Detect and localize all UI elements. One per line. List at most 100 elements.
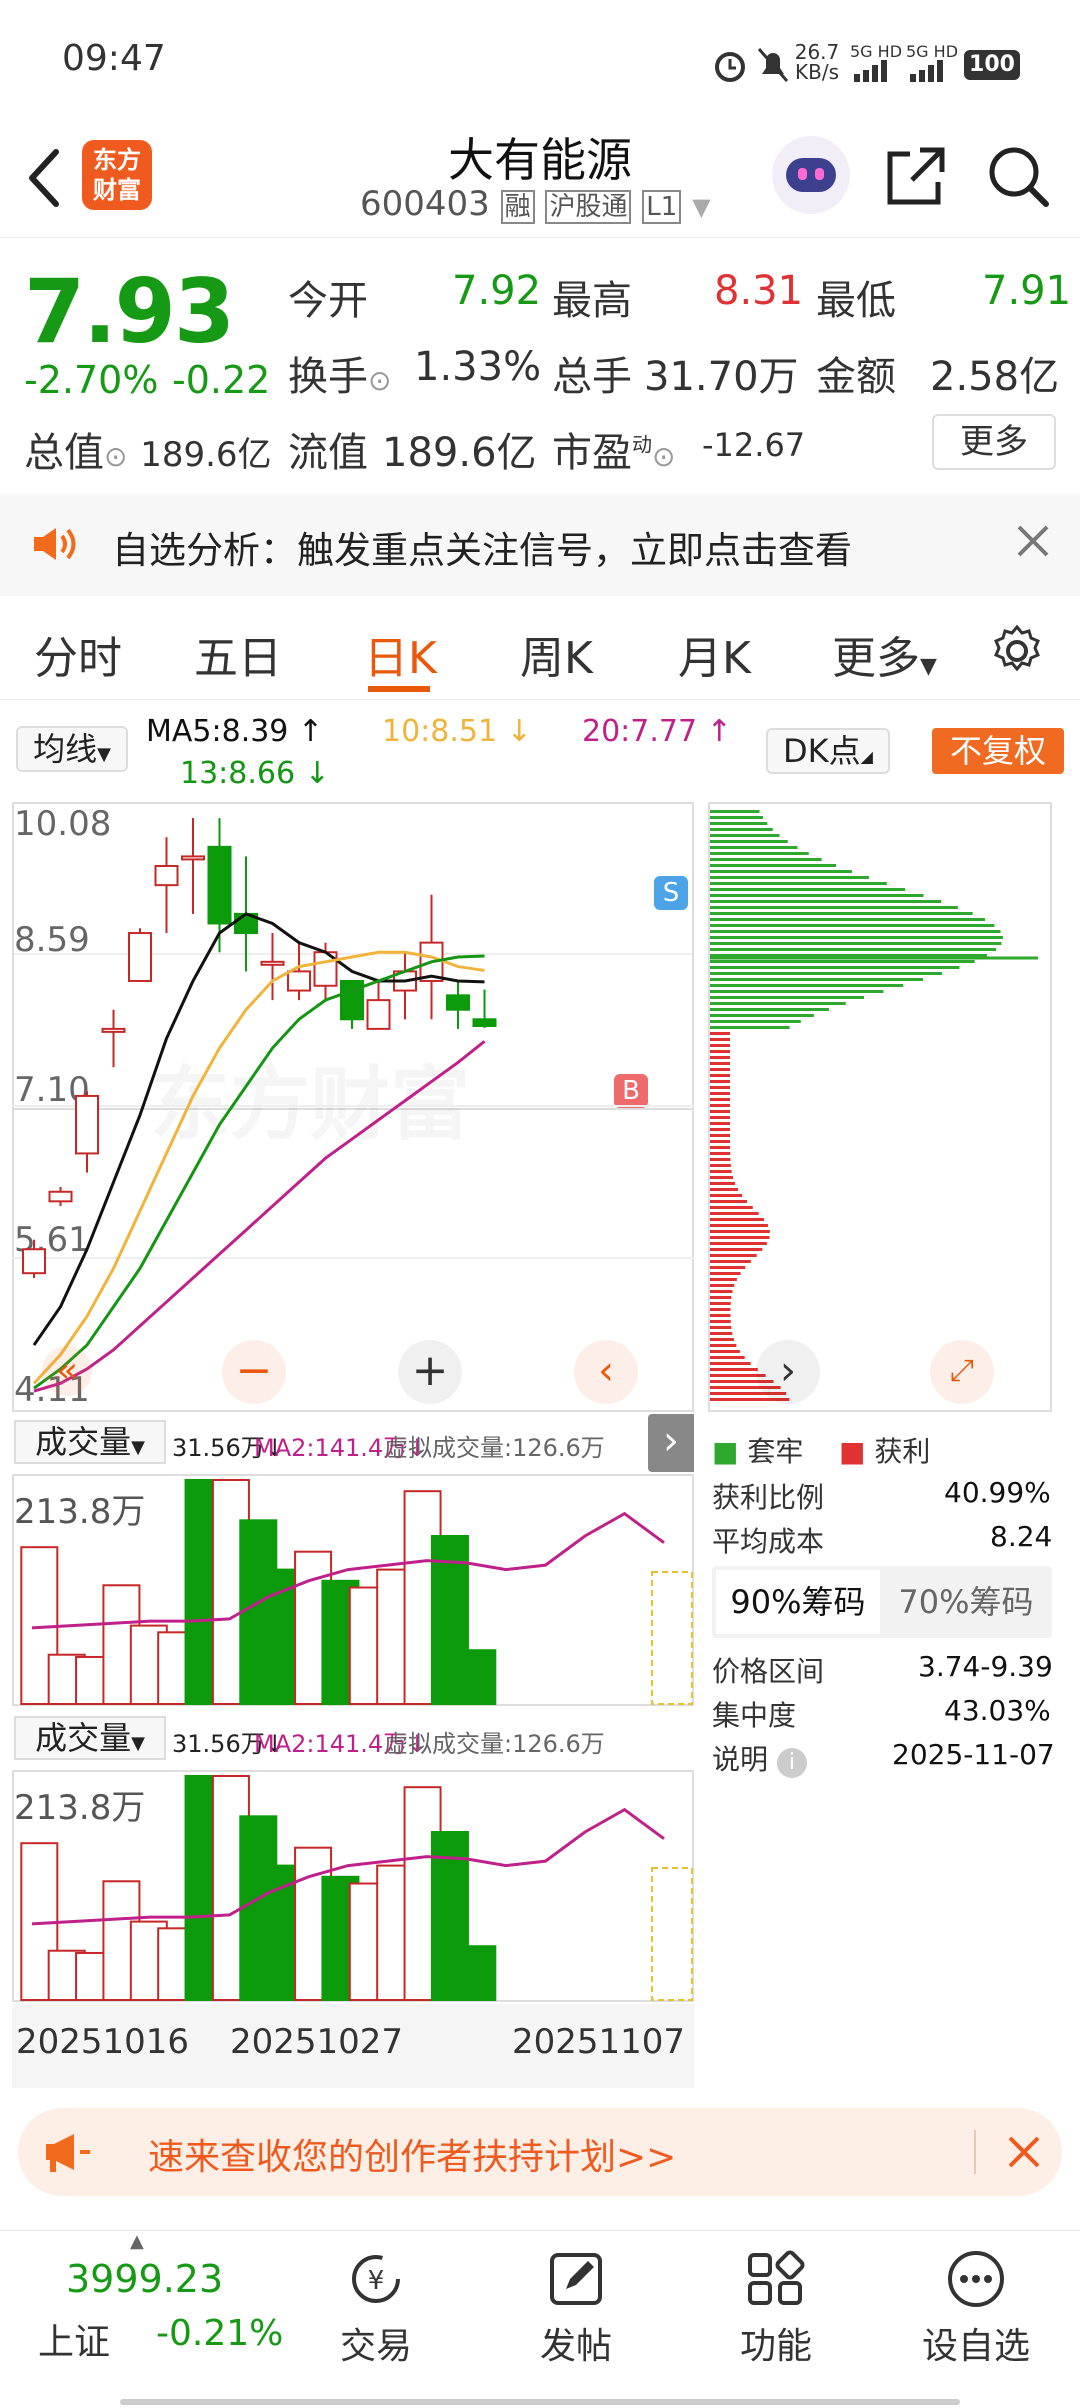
tab-five-day[interactable]: 五日 [194, 622, 282, 686]
grid-icon [748, 2250, 805, 2305]
chip-bar [710, 900, 942, 903]
chip-bar [710, 1098, 730, 1101]
tab-weekly-k[interactable]: 周K [520, 622, 593, 686]
chip-bar [710, 1176, 733, 1179]
chip-bar [710, 852, 809, 855]
index-value[interactable]: 3999.23 [66, 2257, 223, 2301]
battery-icon: 100 [964, 50, 1020, 80]
zoom-out-button[interactable]: − [222, 1340, 286, 1404]
candle [446, 994, 470, 1011]
low-value: 7.91 [982, 268, 1072, 314]
share-icon[interactable] [884, 144, 948, 208]
dk-button[interactable]: DK点◢ [766, 728, 890, 774]
chip-bar [710, 864, 837, 867]
back-icon[interactable] [22, 146, 66, 210]
chip-bar [710, 1320, 731, 1323]
profit-ratio-value: 40.99% [944, 1476, 1051, 1509]
chip-bar [710, 984, 904, 987]
tab-intraday[interactable]: 分时 [34, 622, 122, 686]
period-tabs: 分时 五日 日K 周K 月K 更多▼ [0, 600, 1080, 700]
nav-trade[interactable]: ¥ 交易 [276, 2231, 476, 2369]
chip-bar [710, 1008, 829, 1011]
chip-bar [710, 1260, 751, 1263]
chip-bar [710, 840, 788, 843]
volume-selector-1[interactable]: 成交量▼ [14, 1420, 166, 1464]
tab-chips-90[interactable]: 90%筹码 [716, 1570, 880, 1634]
chip-bar [710, 924, 995, 927]
note-label[interactable]: 说明 i [712, 1738, 807, 1778]
pe-value: -12.67 [702, 426, 806, 464]
volume-label: 总手 [552, 354, 632, 400]
info-icon[interactable]: i [776, 1748, 807, 1778]
high-value: 8.31 [714, 268, 804, 314]
stock-code: 600403 [360, 184, 490, 224]
chip-bar [710, 810, 760, 813]
bottom-nav: ▲ 3999.23 上证 -0.21% ¥ 交易 发帖 功能 设自选 [0, 2230, 1080, 2408]
tab-daily-k[interactable]: 日K [364, 622, 437, 686]
home-indicator [120, 2399, 960, 2405]
signal-notice[interactable]: 自选分析：触发重点关注信号，立即点击查看 [0, 494, 1080, 596]
volume-selector-2[interactable]: 成交量▼ [14, 1716, 166, 1760]
scroll-left-fast-button[interactable]: « [42, 1346, 92, 1396]
tab-monthly-k[interactable]: 月K [678, 622, 751, 686]
promo-banner[interactable]: 速来查收您的创作者扶持计划>> [18, 2108, 1062, 2196]
candle [207, 845, 232, 925]
settings-icon[interactable] [990, 624, 1044, 678]
chip-bar [710, 1152, 731, 1155]
chip-bar [710, 876, 869, 879]
expand-panel-button[interactable]: › [648, 1414, 694, 1472]
chip-bar [710, 996, 865, 999]
tab-more[interactable]: 更多▼ [832, 622, 937, 686]
candle [154, 864, 179, 887]
chip-bar [710, 1296, 732, 1299]
chip-bar [710, 1170, 732, 1173]
chip-bar [710, 822, 768, 825]
scroll-left-button[interactable]: ‹ [574, 1340, 638, 1404]
nav-post[interactable]: 发帖 [476, 2231, 676, 2369]
nav-functions[interactable]: 功能 [676, 2231, 876, 2369]
zoom-in-button[interactable]: + [398, 1340, 462, 1404]
chip-bar [710, 1326, 732, 1329]
chip-bar [710, 1218, 764, 1221]
turnover-value: 1.33% [414, 344, 542, 390]
ma10-line [32, 950, 485, 1385]
chip-bar [710, 1350, 740, 1353]
chip-bar [710, 1068, 730, 1071]
volume-bar [458, 1649, 497, 1706]
chip-bar [710, 1200, 748, 1203]
close-icon[interactable] [1016, 524, 1050, 558]
margin-tag: 融 [500, 190, 535, 224]
expand-icon[interactable]: ▼ [692, 193, 710, 221]
search-icon[interactable] [984, 142, 1052, 210]
adjust-button[interactable]: 不复权 [932, 728, 1064, 774]
chip-bar [710, 1224, 768, 1227]
banner-close-icon[interactable] [1004, 2132, 1044, 2172]
chip-bar [710, 1002, 846, 1005]
speaker-icon [34, 528, 76, 560]
change-pct: -2.70% [24, 358, 159, 402]
candle [48, 1190, 73, 1203]
chip-bar [710, 948, 997, 951]
tab-chips-70[interactable]: 70%筹码 [884, 1570, 1048, 1634]
notice-text: 自选分析：触发重点关注信号，立即点击查看 [112, 529, 852, 572]
ma-selector[interactable]: 均线▼ [16, 726, 128, 772]
kline-chart-lower[interactable] [12, 802, 694, 1412]
chip-bar [710, 966, 960, 969]
net-speed: 26.7 KB/s [794, 40, 840, 84]
more-button[interactable]: 更多 [932, 414, 1056, 470]
ma13-line [33, 954, 485, 1390]
chip-bar [710, 1026, 790, 1029]
ma13-legend: 13:8.66 ↓ [180, 756, 330, 791]
concentration-label: 集中度 [712, 1699, 797, 1732]
nav-add-watchlist[interactable]: 设自选 [876, 2231, 1076, 2369]
chip-bar [710, 1356, 745, 1359]
chip-bar [710, 1230, 770, 1233]
concentration-value: 43.03% [944, 1694, 1051, 1727]
fullscreen-button[interactable]: ⤢ [930, 1340, 994, 1404]
scroll-right-button[interactable]: › [756, 1340, 820, 1404]
index-change[interactable]: -0.21% [156, 2313, 283, 2354]
change-value: -0.22 [172, 358, 271, 402]
index-name[interactable]: 上证 [38, 2313, 110, 2365]
volume-ymax-2: 213.8万 [14, 1788, 146, 1828]
ai-assistant-icon[interactable] [772, 136, 850, 214]
